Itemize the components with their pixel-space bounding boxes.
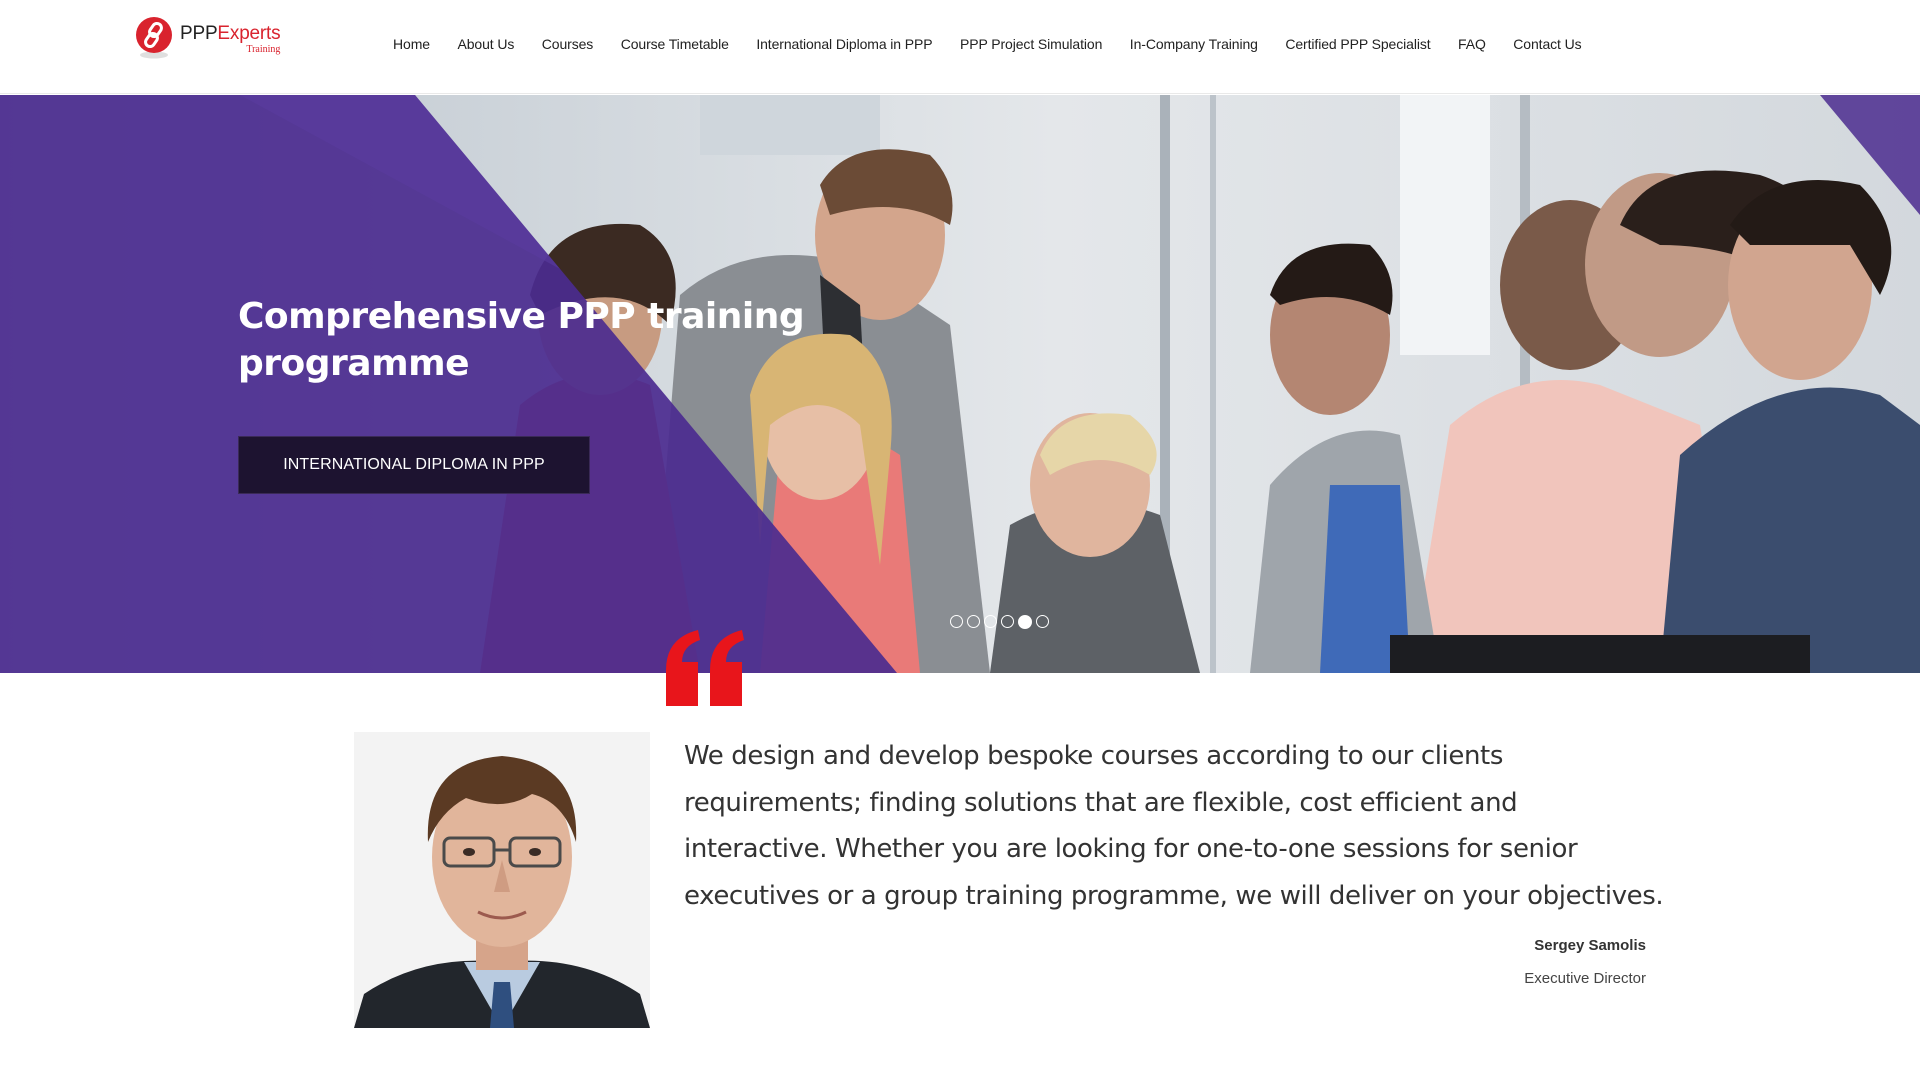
nav-contact-us[interactable]: Contact Us [1513, 36, 1581, 52]
logo-link-icon [134, 16, 174, 60]
international-diploma-button[interactable]: INTERNATIONAL DIPLOMA IN PPP [238, 436, 590, 494]
author-role: Executive Director [1524, 970, 1646, 987]
nav-certified-ppp-specialist[interactable]: Certified PPP Specialist [1285, 36, 1430, 52]
site-logo[interactable]: PPPExperts Training [134, 16, 281, 66]
site-header: PPPExperts Training Home About Us Course… [0, 0, 1920, 94]
slider-dot-2[interactable] [967, 615, 980, 628]
slider-pagination [950, 615, 1049, 629]
slider-dot-3[interactable] [984, 615, 997, 628]
slider-dot-1[interactable] [950, 615, 963, 628]
portrait-photo [354, 732, 650, 1028]
logo-name: PPPExperts [180, 23, 281, 44]
nav-course-timetable[interactable]: Course Timetable [621, 36, 729, 52]
nav-ppp-project-simulation[interactable]: PPP Project Simulation [960, 36, 1102, 52]
hero-slider: Comprehensive PPP training programme INT… [0, 95, 1920, 673]
nav-courses[interactable]: Courses [542, 36, 594, 52]
nav-in-company-training[interactable]: In-Company Training [1130, 36, 1258, 52]
logo-text: PPPExperts Training [180, 23, 281, 55]
nav-home[interactable]: Home [393, 36, 430, 52]
testimonial-author: Sergey Samolis Executive Director [1524, 936, 1646, 989]
logo-subtitle: Training [246, 44, 281, 55]
nav-about-us[interactable]: About Us [457, 36, 514, 52]
author-name: Sergey Samolis [1534, 937, 1646, 954]
main-navigation: Home About Us Courses Course Timetable I… [393, 36, 1582, 52]
quote-mark-icon [666, 630, 744, 706]
testimonial-quote: We design and develop bespoke courses ac… [684, 741, 1664, 911]
nav-international-diploma[interactable]: International Diploma in PPP [756, 36, 932, 52]
hero-title: Comprehensive PPP training programme [238, 296, 805, 384]
slider-dot-6[interactable] [1036, 615, 1049, 628]
nav-faq[interactable]: FAQ [1458, 36, 1486, 52]
slider-dot-5-active[interactable] [1018, 615, 1032, 629]
slider-dot-4[interactable] [1001, 615, 1014, 628]
